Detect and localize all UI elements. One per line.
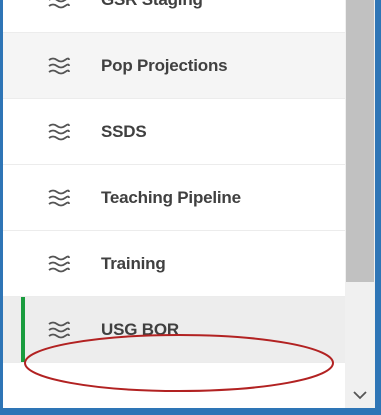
vertical-scrollbar[interactable] (345, 0, 375, 408)
stream-icon (48, 189, 70, 206)
list-item[interactable]: Training (3, 231, 345, 297)
list-item-label: USG BOR (101, 319, 179, 339)
stream-icon (48, 321, 70, 338)
list-item-label: SSDS (101, 121, 147, 141)
list-item[interactable]: Pop Projections (3, 33, 345, 99)
list-item[interactable]: GSR Staging (3, 0, 345, 33)
scrollbar-thumb[interactable] (346, 0, 374, 282)
chevron-down-icon[interactable] (353, 390, 367, 400)
list-item-label: Pop Projections (101, 55, 228, 75)
list-item-label: Training (101, 253, 166, 273)
list-item-label: GSR Staging (101, 0, 203, 10)
stream-icon (48, 123, 70, 140)
stream-icon (48, 57, 70, 74)
stream-icon (48, 0, 70, 8)
list-item[interactable]: SSDS (3, 99, 345, 165)
list-item-selected[interactable]: USG BOR (3, 297, 345, 363)
stream-icon (48, 255, 70, 272)
list-item[interactable]: Teaching Pipeline (3, 165, 345, 231)
stream-list: GSR Staging Pop Projections SSDS (3, 0, 345, 363)
list-item-label: Teaching Pipeline (101, 187, 241, 207)
stream-list-panel: GSR Staging Pop Projections SSDS (3, 0, 375, 408)
